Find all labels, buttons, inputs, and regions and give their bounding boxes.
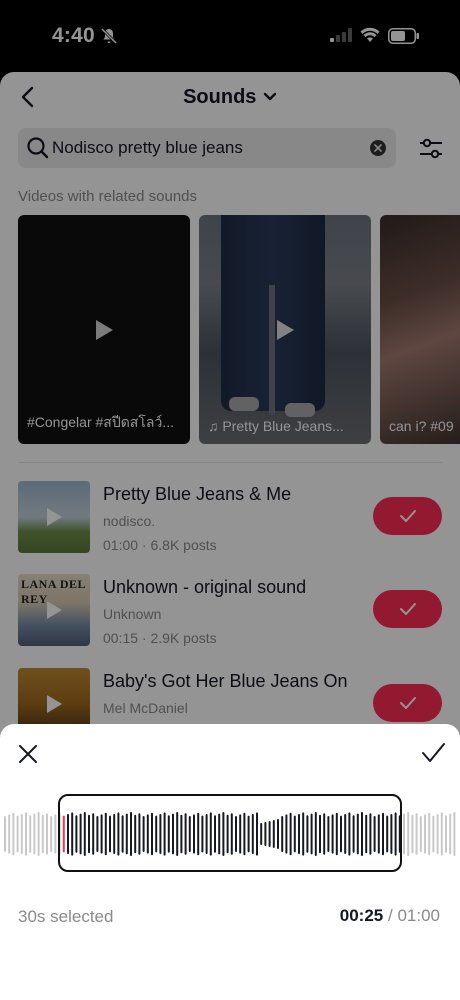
waveform-bar — [41, 814, 44, 854]
current-time: 00:25 — [339, 906, 384, 925]
waveform-bar — [436, 814, 439, 854]
trim-panel: 30s selected 00:25 / 01:00 — [0, 724, 460, 1000]
waveform-bar — [12, 812, 15, 856]
time-readout: 00:25 / 01:00 — [340, 906, 440, 926]
waveform-bar — [428, 812, 431, 856]
waveform-bar — [54, 814, 57, 854]
waveform-bar — [407, 812, 410, 856]
waveform-bar — [16, 815, 19, 853]
waveform-bar — [453, 812, 456, 856]
selection-frame[interactable] — [58, 794, 402, 872]
waveform-bar — [50, 816, 53, 852]
waveform-bar — [20, 814, 23, 854]
waveform-bar — [419, 816, 422, 852]
checkmark-icon — [422, 743, 445, 762]
waveform-bar — [415, 813, 418, 855]
waveform-bar — [411, 814, 414, 854]
waveform-bar — [403, 813, 405, 855]
waveform-bar — [29, 815, 32, 853]
waveform-bar — [445, 815, 447, 853]
waveform-bar — [432, 815, 435, 853]
waveform-bar — [440, 812, 443, 856]
close-icon — [19, 745, 37, 763]
waveform-bar — [46, 813, 48, 855]
time-separator: / — [387, 906, 393, 925]
waveform-bar — [33, 813, 36, 855]
waveform-bar — [449, 813, 452, 855]
waveform-bar — [25, 812, 27, 856]
waveform-bar — [8, 814, 11, 854]
waveform-bar — [424, 814, 426, 854]
waveform-bar — [4, 816, 6, 852]
waveform-bar — [37, 812, 40, 856]
total-time: 01:00 — [397, 906, 440, 925]
close-button[interactable] — [16, 742, 40, 766]
confirm-button[interactable] — [420, 740, 446, 766]
selected-duration-label: 30s selected — [18, 907, 114, 926]
